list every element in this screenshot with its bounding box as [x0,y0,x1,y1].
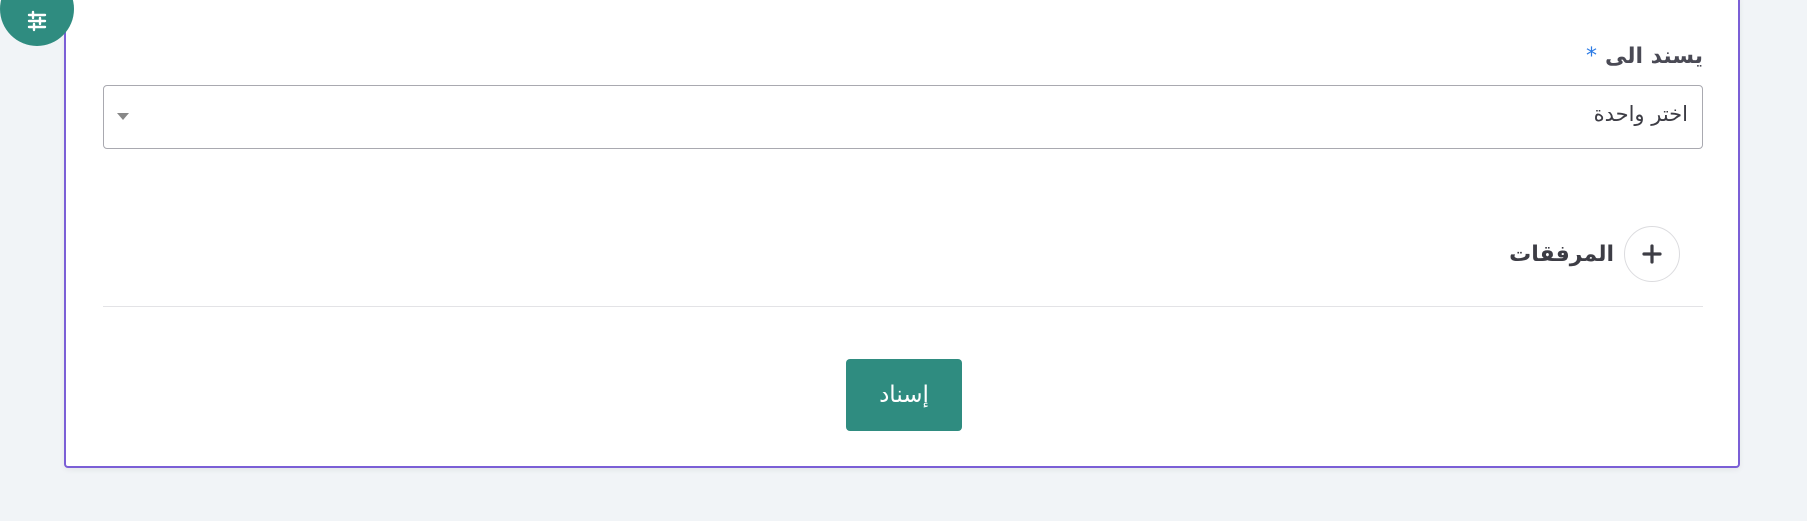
add-attachment-button[interactable] [1624,226,1680,282]
attachments-label: المرفقات [1509,241,1614,267]
settings-fab[interactable] [0,0,74,46]
settings-sliders-icon [27,10,47,32]
assign-submit-button[interactable]: إسناد [846,359,962,431]
required-asterisk: * [1585,44,1597,69]
section-divider [103,306,1703,307]
assign-to-label-text: يسند الى [1604,44,1703,69]
plus-icon [1642,244,1662,264]
assign-to-select[interactable]: اختر واحدة [103,85,1703,149]
assign-to-selected-value: اختر واحدة [1593,102,1688,126]
caret-down-icon [117,113,129,120]
assign-to-label: يسند الى * [1586,44,1703,69]
attachments-row: المرفقات [1509,225,1680,283]
